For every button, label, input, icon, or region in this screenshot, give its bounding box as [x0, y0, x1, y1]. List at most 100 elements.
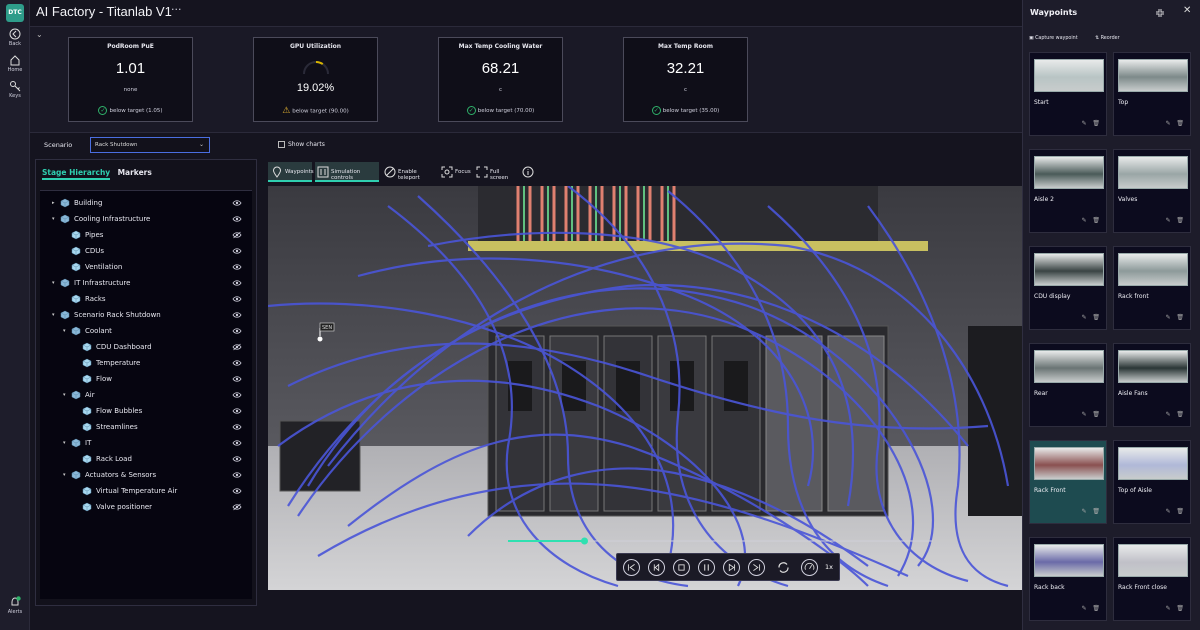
tree-node[interactable]: ▸ Building: [40, 196, 252, 212]
tree-node[interactable]: Flow: [40, 372, 252, 388]
waypoint-card[interactable]: Top of Aisle ✎ 🗑: [1113, 440, 1191, 524]
waypoints-button[interactable]: Waypoints: [268, 162, 314, 182]
eye-off-icon[interactable]: [232, 343, 242, 351]
focus-button[interactable]: Focus: [440, 162, 472, 182]
eye-icon[interactable]: [232, 375, 242, 383]
eye-icon[interactable]: [232, 455, 242, 463]
stop-icon[interactable]: [673, 559, 690, 576]
trash-icon[interactable]: 🗑: [1176, 411, 1184, 418]
tree-node[interactable]: Pipes: [40, 228, 252, 244]
full-screen-button[interactable]: Full screen: [475, 162, 519, 182]
tree-expand-icon[interactable]: ▾: [52, 312, 55, 318]
tree-node[interactable]: Flow Bubbles: [40, 404, 252, 420]
reorder-button[interactable]: ⇅ Reorder: [1095, 36, 1127, 41]
eye-off-icon[interactable]: [232, 231, 242, 239]
waypoint-card[interactable]: Rack front ✎ 🗑: [1113, 246, 1191, 330]
eye-icon[interactable]: [232, 263, 242, 271]
tree-node[interactable]: ▾ IT Infrastructure: [40, 276, 252, 292]
edit-icon[interactable]: ✎: [1166, 508, 1171, 515]
speed-label[interactable]: 1x: [825, 563, 833, 571]
pause-icon[interactable]: [698, 559, 715, 576]
capture-waypoint-button[interactable]: ▣ Capture waypoint: [1029, 36, 1086, 41]
enable-teleport-button[interactable]: Enable teleport: [383, 162, 437, 182]
eye-icon[interactable]: [232, 407, 242, 415]
trash-icon[interactable]: 🗑: [1176, 120, 1184, 127]
eye-icon[interactable]: [232, 359, 242, 367]
trash-icon[interactable]: 🗑: [1176, 314, 1184, 321]
scenario-select[interactable]: Rack Shutdown ⌄: [90, 137, 210, 153]
tree-node[interactable]: ▾ Air: [40, 388, 252, 404]
show-charts-checkbox[interactable]: Show charts: [278, 141, 325, 148]
trash-icon[interactable]: 🗑: [1092, 217, 1100, 224]
rail-keys[interactable]: Keys: [0, 80, 30, 99]
waypoint-card[interactable]: Rack back ✎ 🗑: [1029, 537, 1107, 621]
trash-icon[interactable]: 🗑: [1092, 605, 1100, 612]
tree-node[interactable]: Rack Load: [40, 452, 252, 468]
trash-icon[interactable]: 🗑: [1092, 411, 1100, 418]
skip-end-icon[interactable]: [748, 559, 765, 576]
tree-expand-icon[interactable]: ▾: [63, 392, 66, 398]
play-icon[interactable]: [723, 559, 740, 576]
eye-icon[interactable]: [232, 423, 242, 431]
tree-expand-icon[interactable]: ▾: [52, 280, 55, 286]
trash-icon[interactable]: 🗑: [1092, 120, 1100, 127]
waypoint-card[interactable]: Top ✎ 🗑: [1113, 52, 1191, 136]
edit-icon[interactable]: ✎: [1082, 120, 1087, 127]
tree-node[interactable]: Temperature: [40, 356, 252, 372]
eye-icon[interactable]: [232, 471, 242, 479]
waypoint-card[interactable]: Valves ✎ 🗑: [1113, 149, 1191, 233]
eye-icon[interactable]: [232, 391, 242, 399]
waypoint-card[interactable]: Rack Front close ✎ 🗑: [1113, 537, 1191, 621]
waypoint-card[interactable]: Aisle Fans ✎ 🗑: [1113, 343, 1191, 427]
chevron-down-icon[interactable]: ⌄: [36, 30, 43, 39]
tree-expand-icon[interactable]: ▾: [63, 328, 66, 334]
tree-node[interactable]: CDUs: [40, 244, 252, 260]
collapse-panel-icon[interactable]: [1155, 8, 1165, 18]
rail-home[interactable]: Home: [0, 54, 30, 73]
edit-icon[interactable]: ✎: [1166, 217, 1171, 224]
trash-icon[interactable]: 🗑: [1092, 508, 1100, 515]
3d-viewport[interactable]: SEN: [268, 186, 1022, 590]
trash-icon[interactable]: 🗑: [1176, 217, 1184, 224]
rail-alerts[interactable]: Alerts: [0, 596, 30, 615]
edit-icon[interactable]: ✎: [1082, 605, 1087, 612]
tree-node[interactable]: ▾ Scenario Rack Shutdown: [40, 308, 252, 324]
tree-node[interactable]: Ventilation: [40, 260, 252, 276]
tree-node[interactable]: ▾ Actuators & Sensors: [40, 468, 252, 484]
edit-icon[interactable]: ✎: [1166, 314, 1171, 321]
tree-node[interactable]: Valve positioner: [40, 500, 252, 516]
waypoint-card[interactable]: Rear ✎ 🗑: [1029, 343, 1107, 427]
edit-icon[interactable]: ✎: [1082, 314, 1087, 321]
more-menu-icon[interactable]: ···: [171, 3, 182, 16]
simulation-controls-button[interactable]: Simulation controls: [315, 162, 379, 182]
tree-node[interactable]: Virtual Temperature Air: [40, 484, 252, 500]
speed-icon[interactable]: [801, 559, 818, 576]
step-back-icon[interactable]: [648, 559, 665, 576]
tree-node[interactable]: ▾ Coolant: [40, 324, 252, 340]
eye-off-icon[interactable]: [232, 503, 242, 511]
tree-expand-icon[interactable]: ▾: [63, 440, 66, 446]
edit-icon[interactable]: ✎: [1082, 217, 1087, 224]
eye-icon[interactable]: [232, 279, 242, 287]
eye-icon[interactable]: [232, 215, 242, 223]
eye-icon[interactable]: [232, 199, 242, 207]
waypoint-card[interactable]: Aisle 2 ✎ 🗑: [1029, 149, 1107, 233]
close-icon[interactable]: ✕: [1183, 5, 1191, 16]
tree-expand-icon[interactable]: ▾: [52, 216, 55, 222]
waypoint-card[interactable]: Start ✎ 🗑: [1029, 52, 1107, 136]
tree-node[interactable]: Racks: [40, 292, 252, 308]
edit-icon[interactable]: ✎: [1166, 120, 1171, 127]
trash-icon[interactable]: 🗑: [1176, 508, 1184, 515]
loop-icon[interactable]: [775, 559, 792, 576]
eye-icon[interactable]: [232, 311, 242, 319]
tree-node[interactable]: Streamlines: [40, 420, 252, 436]
tree-node[interactable]: ▾ IT: [40, 436, 252, 452]
eye-icon[interactable]: [232, 487, 242, 495]
tree-node[interactable]: ▾ Cooling Infrastructure: [40, 212, 252, 228]
tab-markers[interactable]: Markers: [118, 168, 152, 177]
edit-icon[interactable]: ✎: [1166, 411, 1171, 418]
waypoint-card[interactable]: Rack Front ✎ 🗑: [1029, 440, 1107, 524]
eye-icon[interactable]: [232, 295, 242, 303]
tree-expand-icon[interactable]: ▾: [63, 472, 66, 478]
tree-node[interactable]: CDU Dashboard: [40, 340, 252, 356]
